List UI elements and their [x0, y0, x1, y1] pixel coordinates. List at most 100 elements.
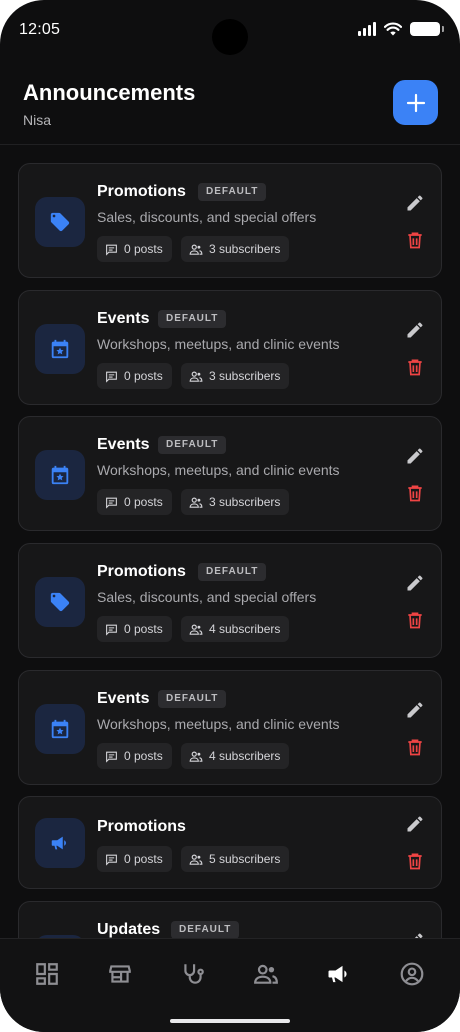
trash-icon: [408, 485, 422, 502]
edit-button[interactable]: [402, 570, 428, 596]
add-channel-button[interactable]: [393, 80, 438, 125]
people-icon: [189, 751, 203, 762]
page-header: Announcements Nisa: [0, 60, 460, 145]
channel-card[interactable]: Promotions DEFAULT Sales, discounts, and…: [18, 163, 442, 278]
calendar-star-icon: [51, 719, 69, 739]
default-badge: DEFAULT: [158, 436, 227, 454]
channel-card[interactable]: Promotions 0 posts 5 subscribers: [18, 796, 442, 889]
calendar-star-icon: [51, 465, 69, 485]
posts-count: 0 posts: [124, 852, 163, 866]
edit-button[interactable]: [402, 317, 428, 343]
subscribers-chip: 3 subscribers: [181, 489, 290, 515]
pencil-icon: [407, 322, 423, 338]
status-bar: 12:05: [0, 0, 460, 60]
tag-icon: [50, 212, 70, 232]
people-icon: [254, 964, 278, 984]
status-time: 12:05: [19, 21, 61, 38]
posts-count: 0 posts: [124, 242, 163, 256]
message-icon: [106, 854, 117, 866]
home-indicator[interactable]: [170, 1019, 290, 1023]
message-icon: [106, 497, 117, 509]
channel-name: Events: [97, 436, 150, 453]
posts-chip: 0 posts: [97, 616, 172, 642]
channel-card[interactable]: Events DEFAULT Workshops, meetups, and c…: [18, 416, 442, 531]
page-subtitle: Nisa: [23, 112, 52, 128]
pencil-icon: [407, 448, 423, 464]
nav-dashboard[interactable]: [32, 959, 62, 989]
channel-name: Updates: [97, 921, 161, 938]
plus-icon: [406, 93, 425, 112]
posts-chip: 0 posts: [97, 236, 172, 262]
subscribers-chip: 3 subscribers: [181, 363, 290, 389]
megaphone-icon: [51, 836, 66, 850]
wifi-icon: [384, 22, 402, 36]
pencil-icon: [407, 702, 423, 718]
pencil-icon: [414, 933, 423, 938]
delete-button[interactable]: [402, 848, 428, 874]
channel-description: Sales, discounts, and special offers: [97, 589, 317, 605]
message-icon: [106, 371, 117, 383]
edit-button[interactable]: [402, 190, 428, 216]
posts-chip: 0 posts: [97, 489, 172, 515]
message-icon: [106, 751, 117, 763]
posts-chip: 0 posts: [97, 363, 172, 389]
delete-button[interactable]: [402, 354, 428, 380]
posts-count: 0 posts: [124, 749, 163, 763]
people-icon: [189, 244, 203, 255]
subscribers-count: 3 subscribers: [209, 495, 281, 509]
subscribers-count: 3 subscribers: [209, 242, 281, 256]
channel-icon-tile: [35, 577, 85, 627]
delete-button[interactable]: [402, 734, 428, 760]
channel-name: Promotions: [97, 563, 186, 580]
channel-card[interactable]: Events DEFAULT Workshops, meetups, and c…: [18, 290, 442, 405]
nav-account[interactable]: [397, 959, 427, 989]
nav-clinic[interactable]: [178, 959, 208, 989]
system-icons: [358, 22, 444, 36]
default-badge: DEFAULT: [198, 183, 267, 201]
edit-button[interactable]: [402, 811, 428, 837]
message-icon: [106, 624, 117, 636]
trash-icon: [408, 853, 422, 870]
default-badge: DEFAULT: [158, 690, 227, 708]
delete-button[interactable]: [402, 227, 428, 253]
pencil-icon: [407, 195, 423, 211]
nav-store[interactable]: [105, 959, 135, 989]
dashboard-icon: [36, 963, 58, 985]
people-icon: [189, 624, 203, 635]
nav-announcements[interactable]: [324, 959, 354, 989]
posts-count: 0 posts: [124, 369, 163, 383]
calendar-star-icon: [51, 339, 69, 359]
channel-card[interactable]: Events DEFAULT Workshops, meetups, and c…: [18, 670, 442, 785]
channel-description: Workshops, meetups, and clinic events: [97, 716, 340, 732]
channel-card[interactable]: Promotions DEFAULT Sales, discounts, and…: [18, 543, 442, 658]
channel-card[interactable]: Updates DEFAULT: [18, 901, 442, 938]
default-badge: DEFAULT: [171, 921, 240, 938]
trash-icon: [408, 739, 422, 756]
stethoscope-icon: [184, 964, 204, 984]
trash-icon: [408, 232, 422, 249]
nav-customers[interactable]: [251, 959, 281, 989]
subscribers-chip: 3 subscribers: [181, 236, 290, 262]
subscribers-count: 4 subscribers: [209, 749, 281, 763]
delete-button[interactable]: [402, 607, 428, 633]
channel-icon-tile: [35, 197, 85, 247]
channel-icon-tile: [35, 450, 85, 500]
subscribers-count: 4 subscribers: [209, 622, 281, 636]
page-title: Announcements: [23, 80, 196, 105]
people-icon: [189, 854, 203, 865]
battery-icon: [410, 22, 444, 36]
subscribers-count: 5 subscribers: [209, 852, 281, 866]
edit-button[interactable]: [402, 928, 428, 938]
edit-button[interactable]: [402, 697, 428, 723]
subscribers-chip: 5 subscribers: [181, 846, 290, 872]
pencil-icon: [407, 575, 423, 591]
trash-icon: [408, 612, 422, 629]
people-icon: [189, 497, 203, 508]
trash-icon: [408, 359, 422, 376]
channel-list[interactable]: Promotions DEFAULT Sales, discounts, and…: [18, 163, 442, 938]
edit-button[interactable]: [402, 443, 428, 469]
delete-button[interactable]: [402, 480, 428, 506]
phone-screen: 12:05 Announcements Nisa Promotions DEFA…: [0, 0, 460, 1032]
bottom-navigation: [0, 938, 460, 1032]
account-circle-icon: [400, 962, 424, 986]
